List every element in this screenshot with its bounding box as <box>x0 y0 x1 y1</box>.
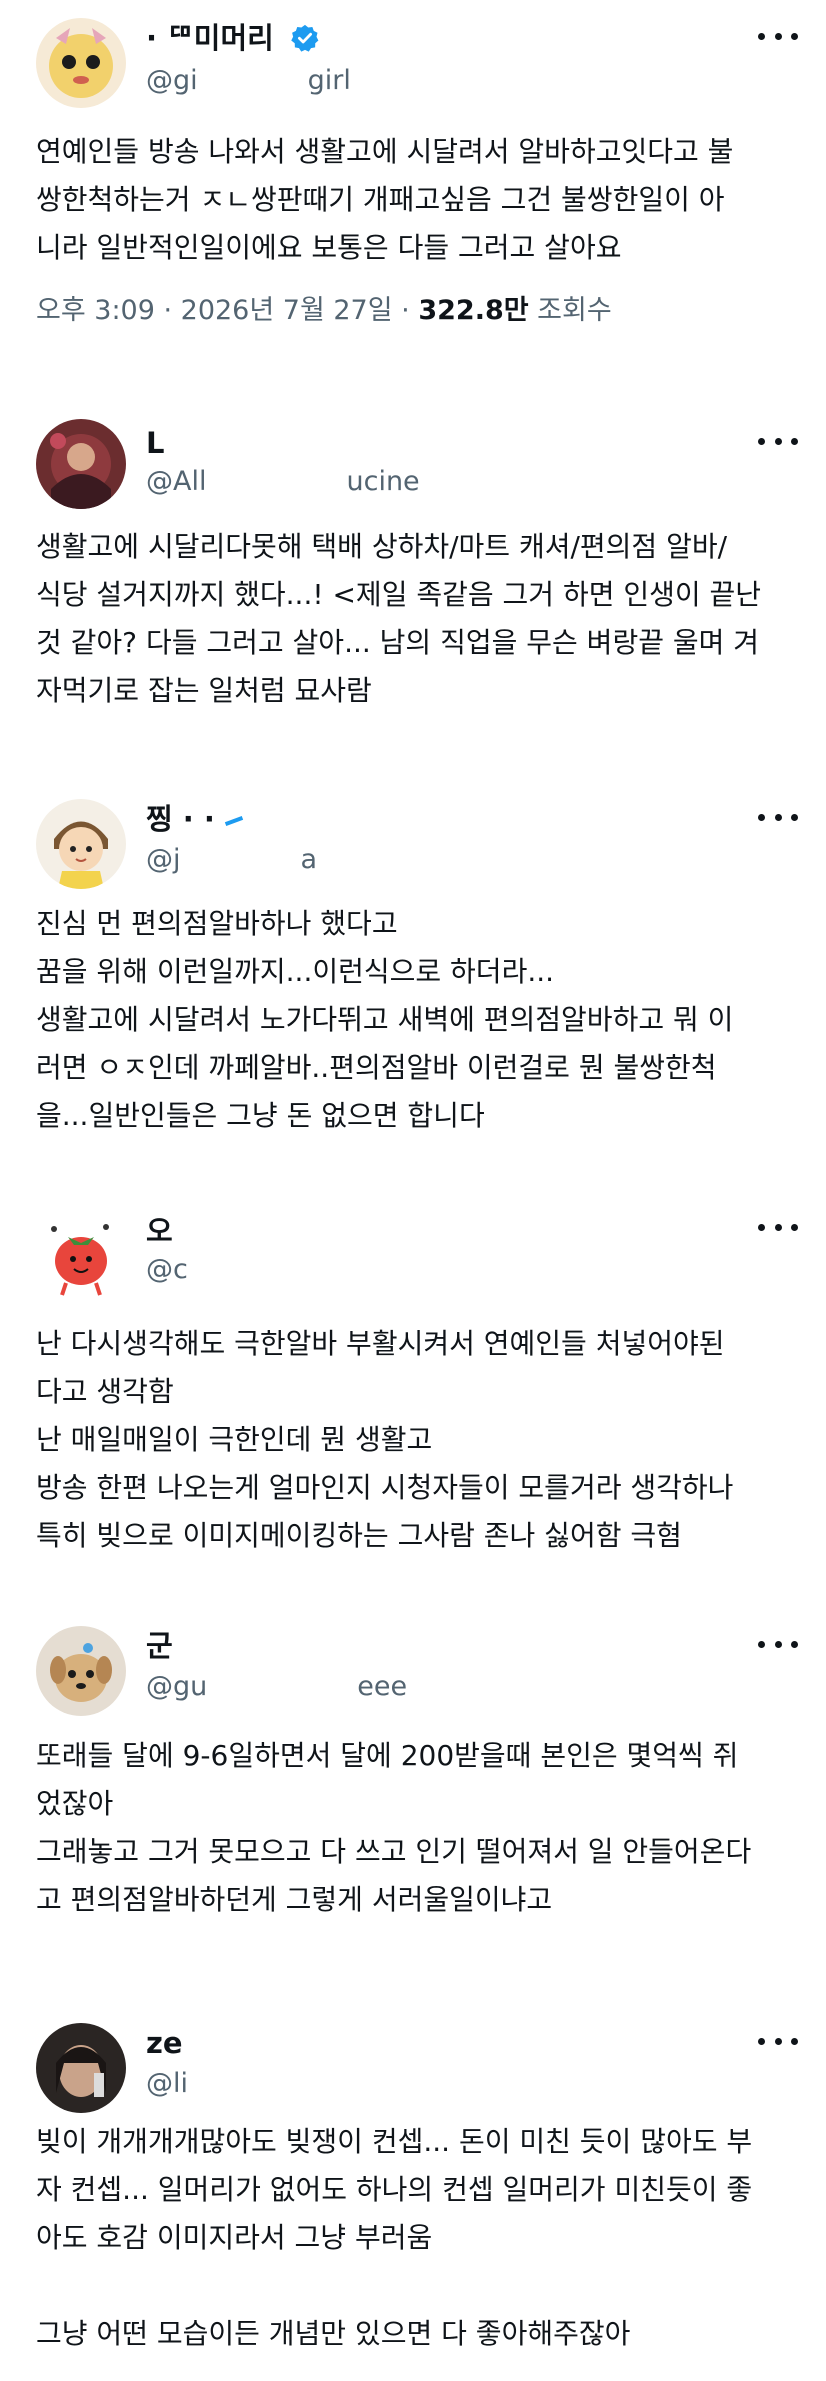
post-1: · ᄃᄆ미머리 @gi girl 연예인들 방송 나와서 생활고에 시달려서 알바… <box>0 0 826 380</box>
handle[interactable]: @gu eee <box>146 1670 407 1704</box>
post-meta: 오후 3:09 · 2026년 7월 27일 · 322.8만 조회수 <box>36 295 612 326</box>
post-text: 빚이 개개개개많아도 빚쟁이 컨셉... 돈이 미친 듯이 많아도 부 자 컨셉… <box>36 2125 753 2350</box>
post-text: 진심 먼 편의점알바하나 했다고 꿈을 위해 이런일까지...이런식으로 하더라… <box>36 907 734 1132</box>
post-text: 연예인들 방송 나와서 생활고에 시달려서 알바하고잇다고 불 쌍한척하는거 ㅈ… <box>36 135 734 264</box>
display-name[interactable]: 오 <box>146 1213 173 1249</box>
post-text: 난 다시생각해도 극한알바 부활시켜서 연예인들 처넣어야된 다고 생각함 난 … <box>36 1327 734 1552</box>
more-options-icon[interactable] <box>758 429 798 453</box>
handle[interactable]: @j a <box>146 843 317 877</box>
avatar[interactable] <box>36 2023 126 2113</box>
handle[interactable]: @gi girl <box>146 64 351 98</box>
post-text: 생활고에 시달리다못해 택배 상하차/마트 캐셔/편의점 알바/ 식당 설거지까… <box>36 530 762 707</box>
display-name[interactable]: 군 <box>146 1628 173 1664</box>
avatar[interactable] <box>36 1209 126 1299</box>
display-name[interactable]: 찡 · · <box>146 801 244 837</box>
avatar[interactable] <box>36 419 126 509</box>
display-name[interactable]: ze <box>146 2025 183 2061</box>
avatar[interactable] <box>36 1626 126 1716</box>
post-text: 또래들 달에 9-6일하면서 달에 200받을때 본인은 몇억씩 쥐 었잖아 그… <box>36 1739 752 1916</box>
more-options-icon[interactable] <box>758 1215 798 1239</box>
post-5: 군 @gu eee 또래들 달에 9-6일하면서 달에 200받을때 본인은 몇억… <box>0 1610 826 1940</box>
handle[interactable]: @li <box>146 2067 188 2101</box>
avatar[interactable] <box>36 18 126 108</box>
post-2: L @All ucine 생활고에 시달리다못해 택배 상하차/마트 캐셔/편의점… <box>0 405 826 765</box>
display-name[interactable]: L <box>146 425 164 461</box>
timestamp[interactable]: 오후 3:09 · 2026년 7월 27일 · <box>36 295 418 326</box>
display-name[interactable]: · ᄃᄆ미머리 <box>146 20 320 56</box>
more-options-icon[interactable] <box>758 805 798 829</box>
redaction <box>180 845 301 876</box>
redaction <box>207 1672 358 1703</box>
verified-badge-icon <box>291 24 319 52</box>
emoji-icon <box>224 816 244 826</box>
handle[interactable]: @All ucine <box>146 465 420 499</box>
redaction <box>197 66 308 97</box>
more-options-icon[interactable] <box>758 1632 798 1656</box>
view-count: 322.8만 <box>418 295 529 326</box>
more-options-icon[interactable] <box>758 2029 798 2053</box>
post-3: 찡 · · @j a 진심 먼 편의점알바하나 했다고 꿈을 위해 이런일까지..… <box>0 783 826 1163</box>
redaction <box>206 467 347 498</box>
handle[interactable]: @c <box>146 1253 328 1287</box>
more-options-icon[interactable] <box>758 24 798 48</box>
redaction <box>187 1255 328 1286</box>
post-4: 오 @c 난 다시생각해도 극한알바 부활시켜서 연예인들 처넣어야된 다고 생… <box>0 1195 826 1575</box>
post-6: ze @li 빚이 개개개개많아도 빚쟁이 컨셉... 돈이 미친 듯이 많아도… <box>0 2005 826 2381</box>
avatar[interactable] <box>36 799 126 889</box>
